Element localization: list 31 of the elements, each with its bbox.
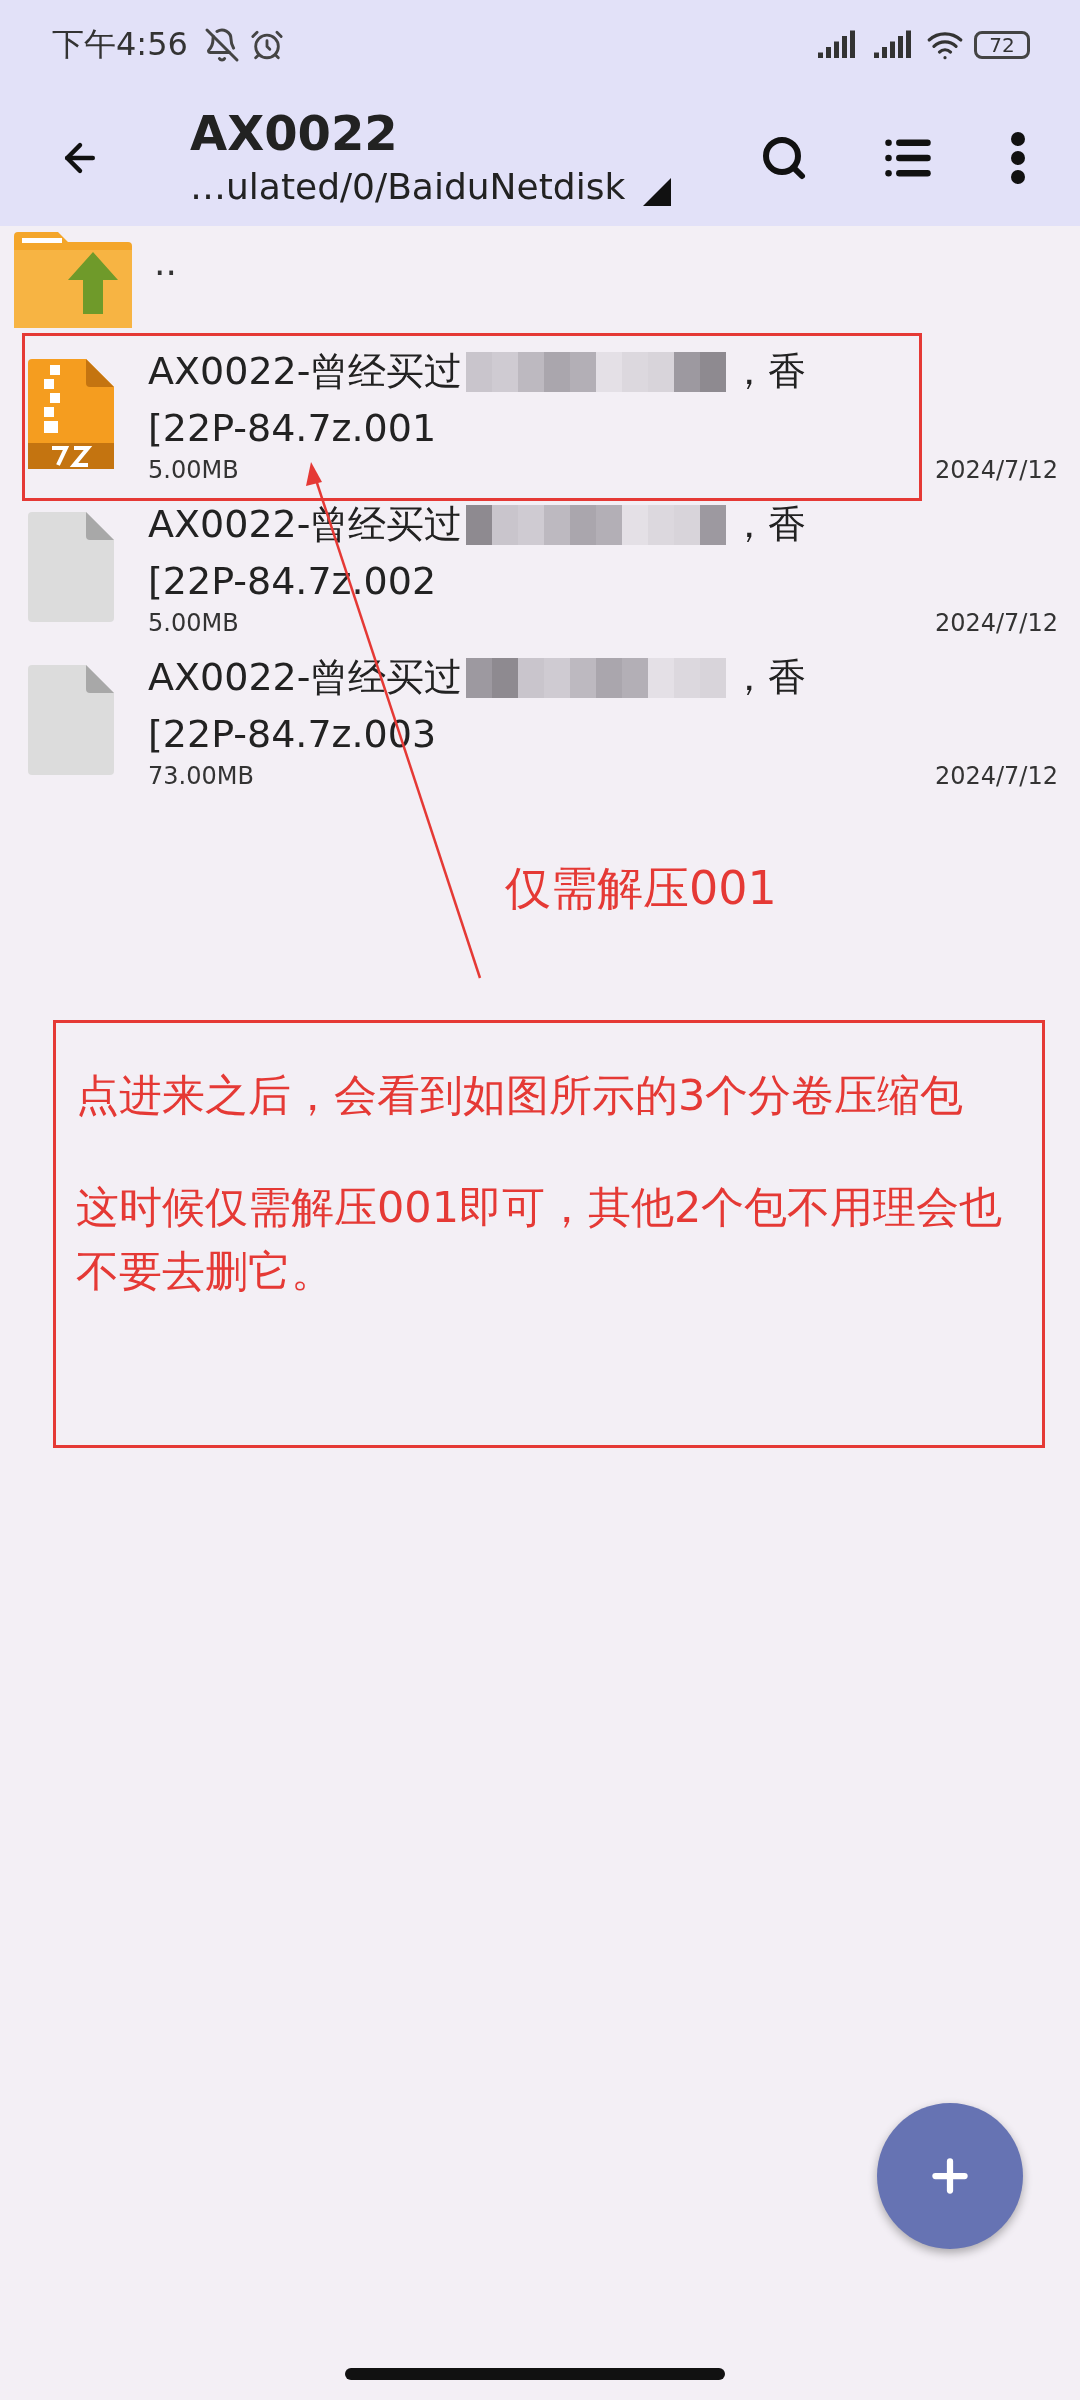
annotation-text: 这时候仅需解压001即可，其他2个包不用理会也不要去删它。 [76,1181,1004,1298]
parent-folder-label: .. [154,242,177,283]
battery-indicator: 72 [974,31,1030,59]
add-fab[interactable] [877,2103,1023,2249]
file-name: [22P-84.7z.001 [148,405,437,450]
file-name: ，香 [730,501,807,548]
more-vertical-icon [1010,131,1026,185]
bell-off-icon [203,27,240,63]
file-icon [28,664,114,775]
file-name: AX0022-曾经买过 [148,348,463,395]
annotation-text: 点进来之后，会看到如图所示的3个分卷压缩包 [76,1069,965,1122]
annotation-label: 仅需解压001 [505,860,778,917]
file-date: 2024/7/12 [934,761,1058,790]
file-name: ，香 [730,348,807,395]
file-size: 5.00MB [148,608,239,637]
alarm-clock-icon [249,28,284,62]
dropdown-corner-icon[interactable] [643,178,672,206]
parent-folder-row[interactable]: .. [0,232,1080,337]
file-date: 2024/7/12 [934,455,1058,484]
archive-file-icon [28,358,114,469]
search-icon [760,134,808,182]
file-row[interactable]: AX0022-曾经买过 ，香 [22P-84.7z.001 5.00MB 2024/7/12 [0,337,1080,490]
folder-title: AX0022 [190,104,399,162]
file-date: 2024/7/12 [934,608,1058,637]
file-name: ，香 [730,654,807,701]
file-size: 73.00MB [148,761,254,790]
file-size: 5.00MB [148,455,239,484]
file-icon [28,511,114,622]
status-time: 下午4:56 [52,24,188,65]
folder-up-icon [14,232,132,328]
folder-path: …ulated/0/BaiduNetdisk [190,165,626,209]
